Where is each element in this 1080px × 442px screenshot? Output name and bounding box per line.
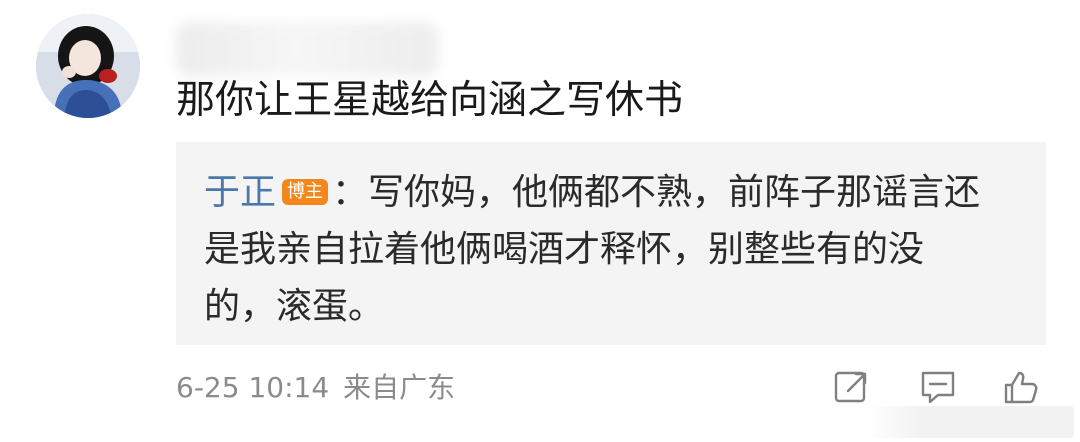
comment-time: 6-25 10:14 — [176, 371, 330, 404]
comment-source: 来自广东 — [343, 371, 456, 404]
avatar-image — [36, 14, 140, 118]
blogger-badge: 博主 — [282, 179, 329, 205]
blurred-username — [176, 22, 438, 76]
avatar[interactable] — [36, 14, 140, 118]
share-edit-icon[interactable] — [832, 367, 872, 407]
thumbs-up-icon[interactable] — [1000, 367, 1040, 407]
watermark-overlay — [868, 406, 1074, 438]
reply-separator: ： — [332, 172, 369, 213]
comment-text: 那你让王星越给向涵之写休书 — [176, 78, 684, 123]
comment-icon[interactable] — [918, 367, 958, 407]
reply-box[interactable]: 于正 博主 ：写你妈，他俩都不熟，前阵子那谣言还是我亲自拉着他俩喝酒才释怀，别整些有… — [176, 142, 1046, 345]
reply-text-block: 于正 博主 ：写你妈，他俩都不熟，前阵子那谣言还是我亲自拉着他俩喝酒才释怀，别整些有… — [204, 164, 994, 335]
reply-author-link[interactable]: 于正 — [204, 172, 276, 213]
comment-meta: 6-25 10:14 来自广东 — [176, 368, 455, 408]
